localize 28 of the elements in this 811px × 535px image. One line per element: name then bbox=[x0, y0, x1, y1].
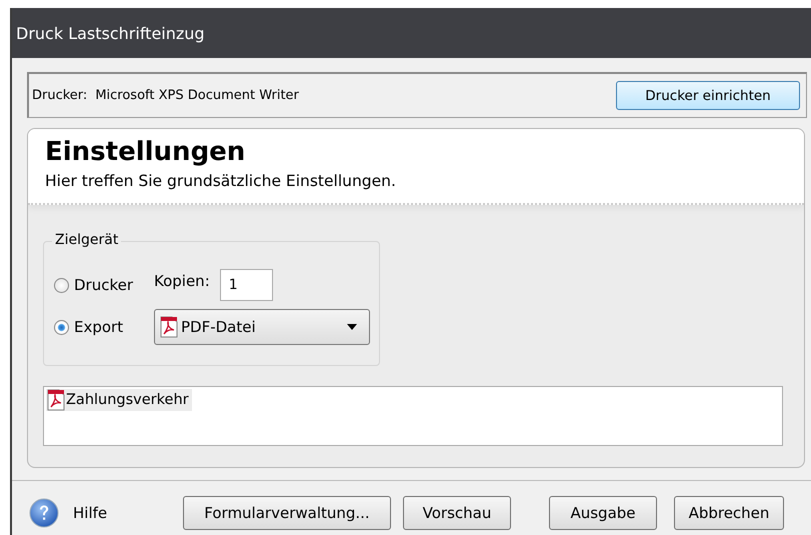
copies-field[interactable]: 1 bbox=[220, 269, 273, 301]
pdf-icon bbox=[159, 316, 179, 338]
group-legend: Zielgerät bbox=[52, 232, 122, 248]
radio-option[interactable]: Export bbox=[54, 318, 154, 336]
list-item[interactable]: Zahlungsverkehr bbox=[46, 389, 192, 411]
section-title: Einstellungen bbox=[45, 137, 246, 167]
copies-label: Kopien: bbox=[154, 272, 210, 290]
radio-label: Export bbox=[74, 318, 124, 336]
format-dropdown[interactable]: PDF-Datei bbox=[154, 309, 370, 345]
pdf-icon bbox=[46, 389, 66, 411]
printer-name: Microsoft XPS Document Writer bbox=[95, 88, 300, 103]
caret-icon bbox=[347, 324, 357, 330]
radio-label: Drucker bbox=[74, 276, 134, 294]
radio-option[interactable]: Drucker bbox=[54, 276, 154, 294]
help-icon[interactable] bbox=[29, 498, 59, 528]
footer-button[interactable]: Ausgabe bbox=[549, 496, 657, 530]
radio-button[interactable] bbox=[54, 278, 69, 292]
printer-setup-button[interactable]: Drucker einrichten bbox=[616, 81, 800, 110]
section-subtitle: Hier treffen Sie grundsätzliche Einstellungen. bbox=[45, 172, 397, 190]
format-value: PDF-Datei bbox=[181, 318, 257, 336]
window-title: Druck Lastschrifteinzug bbox=[12, 8, 811, 58]
printer-label: Drucker: bbox=[32, 88, 88, 103]
footer-button[interactable]: Formularverwaltung... bbox=[183, 496, 391, 530]
footer-button[interactable]: Vorschau bbox=[403, 496, 511, 530]
item-label: Zahlungsverkehr bbox=[66, 392, 189, 408]
footer-button[interactable]: Abbrechen bbox=[674, 496, 784, 530]
radio-button[interactable] bbox=[54, 320, 69, 334]
help-label: Hilfe bbox=[73, 504, 108, 522]
